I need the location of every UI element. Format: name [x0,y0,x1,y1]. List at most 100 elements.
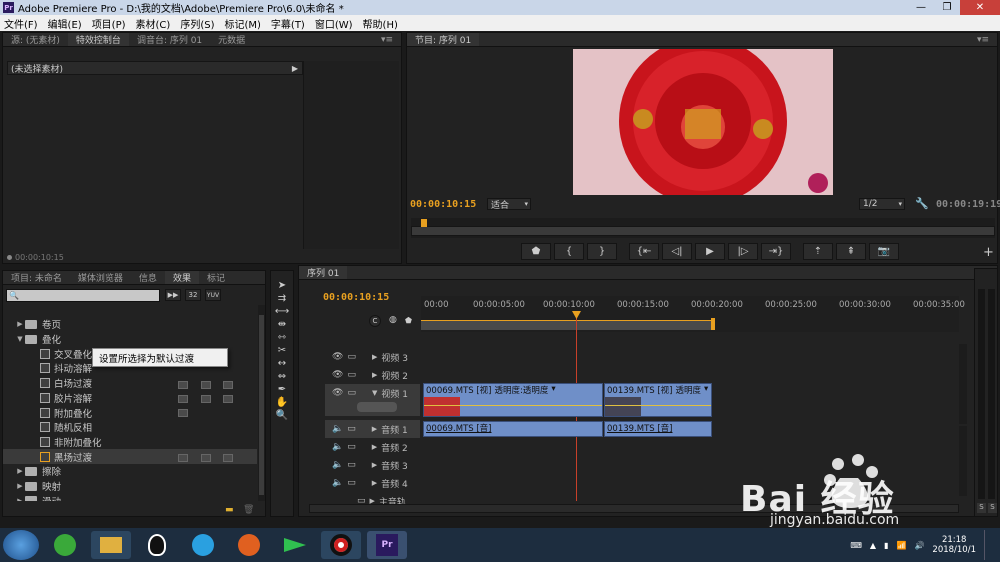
collapsed-triangle-icon[interactable]: ▶ [15,467,25,475]
taskbar-recorder-icon[interactable] [321,531,361,559]
clip-effect-dropdown[interactable]: 透明度 [676,384,702,396]
slip-tool-icon[interactable]: ↔ [278,358,286,369]
scrollbar-thumb[interactable] [259,315,264,495]
timeline-timecode[interactable]: 00:00:10:15 [323,292,389,303]
lock-icon[interactable]: ▭ [347,370,356,380]
folder-slide[interactable]: ▶ 滑动 [3,493,257,501]
go-to-out-button[interactable]: ⇥} [761,243,791,260]
tab-sequence[interactable]: 序列 01 [299,266,348,279]
close-button[interactable]: ✕ [960,0,1000,15]
menu-edit[interactable]: 编辑(E) [48,16,82,31]
add-marker-button[interactable]: ⬟ [521,243,551,260]
accelerated-effects-icon[interactable]: ▶▶ [165,289,181,301]
expand-arrow-icon[interactable]: ▶ [292,64,298,73]
minimize-button[interactable]: — [908,0,934,15]
eye-icon[interactable]: 👁 [332,352,343,362]
taskbar-media-icon[interactable] [275,531,315,559]
folder-page-peel[interactable]: ▶ 卷页 [3,317,257,332]
clock[interactable]: 21:18 2018/10/1 [932,535,976,555]
zoom-bar[interactable] [411,226,995,236]
show-desktop-button[interactable] [984,530,992,560]
effects-scrollbar[interactable] [258,305,265,501]
collapsed-triangle-icon[interactable]: ▶ [372,353,377,361]
tab-metadata[interactable]: 元数据 [210,33,253,46]
effect-item-selected[interactable]: 黑场过渡 [3,449,257,464]
tab-info[interactable]: 信息 [131,271,165,284]
menu-clip[interactable]: 素材(C) [136,16,171,31]
taskbar-qq-icon[interactable] [137,531,177,559]
eye-icon[interactable]: 👁 [332,370,343,380]
start-button[interactable] [3,530,39,560]
razor-tool-icon[interactable]: ✂ [278,345,286,356]
settings-wrench-icon[interactable]: 🔧 [915,197,929,210]
lock-icon[interactable]: ▭ [347,442,356,452]
tab-source[interactable]: 源: (无素材) [3,33,68,46]
effect-item[interactable]: 胶片溶解 [3,391,257,406]
play-button[interactable]: ▶ [695,243,725,260]
add-button-icon[interactable]: + [983,245,994,260]
delete-icon[interactable]: 🗑 [243,505,254,515]
lock-icon[interactable]: ▭ [347,478,356,488]
eye-icon[interactable]: 👁 [332,388,343,398]
collapsed-triangle-icon[interactable]: ▶ [15,482,25,490]
taskbar-firefox-icon[interactable] [229,531,269,559]
menu-window[interactable]: 窗口(W) [315,16,353,31]
speaker-icon[interactable]: 🔈 [332,424,343,434]
ripple-edit-tool-icon[interactable]: ⟷ [275,306,289,317]
collapsed-triangle-icon[interactable]: ▶ [15,497,25,501]
expanded-triangle-icon[interactable]: ▼ [372,389,377,397]
taskbar-premiere-icon[interactable]: Pr [367,531,407,559]
collapsed-triangle-icon[interactable]: ▶ [372,479,377,487]
tab-audio-mixer[interactable]: 调音台: 序列 01 [129,33,210,46]
menu-sequence[interactable]: 序列(S) [180,16,214,31]
step-forward-button[interactable]: |▷ [728,243,758,260]
track-select-tool-icon[interactable]: ⇉ [278,293,286,304]
tab-effects[interactable]: 效果 [164,271,199,284]
effect-item[interactable]: 随机反相 [3,420,257,435]
expanded-triangle-icon[interactable]: ▼ [15,335,25,343]
keyframe-nav-control[interactable] [357,402,397,412]
folder-wipe[interactable]: ▶ 擦除 [3,464,257,479]
hand-tool-icon[interactable]: ✋ [276,397,288,408]
work-area-end-handle[interactable] [711,318,715,330]
maximize-button[interactable]: ❐ [934,0,960,15]
mark-out-button[interactable]: } [587,243,617,260]
fit-dropdown[interactable]: 适合 ▾ [487,198,531,211]
effect-item[interactable]: 附加叠化 [3,405,257,420]
taskbar-app-360-icon[interactable] [45,531,85,559]
taskbar-explorer-icon[interactable] [91,531,131,559]
opacity-line[interactable] [605,405,711,406]
collapsed-triangle-icon[interactable]: ▶ [15,320,25,328]
playhead-marker[interactable] [421,219,427,227]
snap-icon[interactable]: C [369,315,381,327]
lock-icon[interactable]: ▭ [347,388,356,398]
lock-icon[interactable]: ▭ [347,352,356,362]
collapsed-triangle-icon[interactable]: ▶ [372,371,377,379]
program-scrub-bar[interactable] [411,218,995,238]
lift-button[interactable]: ⇡ [803,243,833,260]
pen-tool-icon[interactable]: ✒ [278,384,286,395]
lock-icon[interactable]: ▭ [347,424,356,434]
tab-effect-controls[interactable]: 特效控制台 [67,33,129,46]
new-bin-icon[interactable]: ▬ [225,505,234,515]
opacity-line[interactable] [424,405,602,406]
folder-dissolve[interactable]: ▼ 叠化 [3,332,257,347]
keyboard-icon[interactable]: ⌨ [850,541,862,550]
tab-program[interactable]: 节目: 序列 01 [407,33,480,46]
32bit-effects-icon[interactable]: 32 [185,289,201,301]
folder-map[interactable]: ▶ 映射 [3,479,257,494]
video-tracks-scrollbar[interactable] [959,344,967,424]
panel-menu-icon[interactable]: ▾≡ [969,35,997,45]
effect-item[interactable]: 非附加叠化 [3,435,257,450]
zoom-tool-icon[interactable]: 🔍 [276,410,288,421]
speaker-icon[interactable]: 🔈 [332,442,343,452]
program-current-timecode[interactable]: 00:00:10:15 [410,199,476,210]
menu-file[interactable]: 文件(F) [4,16,38,31]
speaker-icon[interactable]: 🔈 [332,460,343,470]
extract-button[interactable]: ⇞ [836,243,866,260]
panel-menu-icon[interactable]: ▾≡ [373,35,401,45]
effect-item[interactable]: 白场过渡 [3,376,257,391]
collapsed-triangle-icon[interactable]: ▶ [372,425,377,433]
time-ruler[interactable]: 00:00 00:00:05:00 00:00:10:00 00:00:15:0… [421,296,965,332]
tray-expand-icon[interactable]: ▲ [870,541,876,550]
